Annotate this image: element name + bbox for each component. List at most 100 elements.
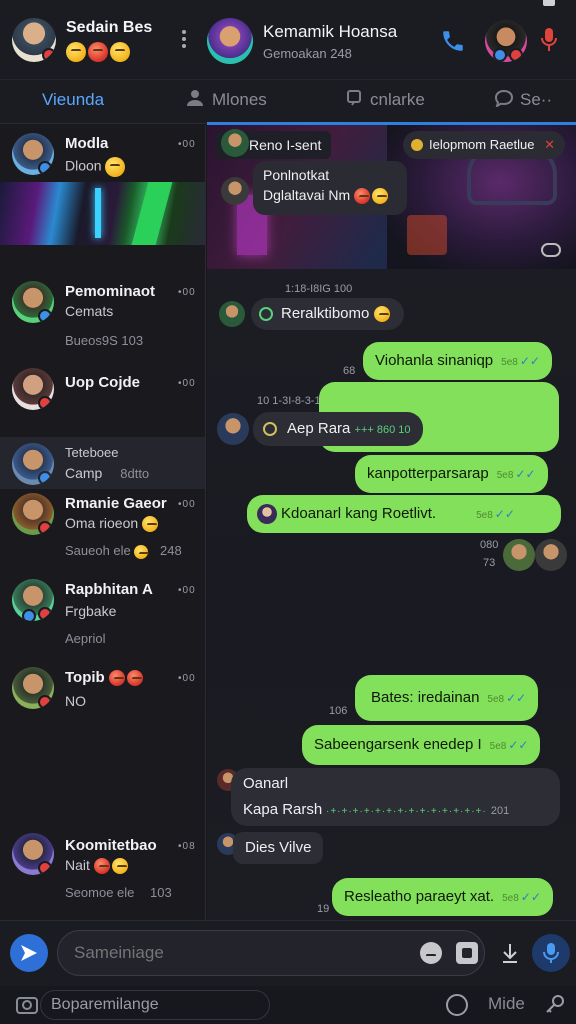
bottom-toolbar: Boparemilange Mide bbox=[0, 986, 576, 1024]
chat-list-item[interactable]: Rapbhitan A Frgbake Aepriol •00 bbox=[0, 575, 205, 660]
status-badge bbox=[509, 48, 523, 62]
emoji-icon bbox=[110, 42, 130, 62]
emoji-icon bbox=[108, 670, 125, 687]
emoji-icon bbox=[134, 544, 150, 559]
microphone-icon[interactable] bbox=[532, 934, 570, 972]
more-vert-icon[interactable] bbox=[182, 28, 188, 50]
chat-list-item[interactable]: Modla Dloon •00 bbox=[0, 125, 205, 180]
status-badge bbox=[38, 161, 52, 175]
chat-list-item[interactable]: Uop Cojde •00 bbox=[0, 360, 205, 435]
chat-list-item[interactable]: Rmanie Gaeor Oma rioeon Saueoh ele 248 •… bbox=[0, 491, 205, 571]
chat-list-item[interactable]: Topib NO •00 bbox=[0, 663, 205, 743]
my-avatar[interactable] bbox=[12, 18, 56, 62]
top-header: Sedain Bes Kemamik Hoansa Gemoakan 248 bbox=[0, 0, 576, 80]
link-icon[interactable] bbox=[541, 243, 561, 257]
read-check-icon: ✓✓ bbox=[519, 354, 540, 368]
emoji-icon bbox=[111, 858, 128, 875]
chat-list: Modla Dloon •00 Pemominaot Cemats Bueos9… bbox=[0, 125, 206, 920]
my-name: Sedain Bes bbox=[66, 19, 153, 36]
outgoing-message[interactable]: Sabeengarsenk enedep I 5e8 ✓✓ bbox=[302, 725, 541, 765]
contact-avatar[interactable] bbox=[485, 20, 527, 62]
status-badge bbox=[38, 521, 52, 535]
chat-list-item[interactable]: Koomitetbao Nait Seomoe ele 103 •08 bbox=[0, 827, 205, 907]
key-icon[interactable] bbox=[544, 994, 566, 1016]
coin-icon bbox=[411, 139, 423, 151]
sticker-icon[interactable] bbox=[446, 994, 468, 1016]
read-check-icon: ✓✓ bbox=[506, 691, 527, 705]
close-icon[interactable]: ✕ bbox=[544, 137, 555, 152]
outgoing-message[interactable]: Resleatho paraeyt xat. 5e8 ✓✓ bbox=[332, 878, 553, 916]
tab-mlones[interactable]: Mlones bbox=[186, 80, 267, 124]
outgoing-message[interactable]: Viohanla sinaniqp 5e8 ✓✓ bbox=[363, 342, 552, 380]
incoming-message[interactable]: Dies Vilve bbox=[233, 832, 324, 864]
progress-dots: ·+·+·+·+·+·+·+·+·+·+·+·+·+·+· bbox=[322, 806, 487, 817]
banner-card[interactable]: Ponlnotkat Dglaltavai Nm bbox=[253, 161, 407, 215]
avatar bbox=[217, 413, 249, 445]
emoji-icon bbox=[66, 42, 86, 62]
read-check-icon: ✓✓ bbox=[515, 467, 536, 481]
status-badge bbox=[38, 607, 52, 621]
chat-subtitle: Gemoakan 248 bbox=[263, 46, 352, 61]
avatar bbox=[12, 133, 54, 175]
tab-se[interactable]: Se·· bbox=[494, 80, 552, 124]
read-check-icon: ✓✓ bbox=[494, 507, 515, 521]
emoji-icon bbox=[126, 670, 143, 687]
status-badge bbox=[38, 396, 52, 410]
read-check-icon: ✓✓ bbox=[520, 890, 541, 904]
mode-label[interactable]: Mide bbox=[488, 994, 525, 1014]
status-badge bbox=[38, 695, 52, 709]
avatar bbox=[535, 539, 567, 571]
emoji-icon bbox=[354, 188, 371, 205]
avatar bbox=[12, 443, 54, 485]
incoming-message[interactable]: Aep Rara +++ 860 10 bbox=[253, 412, 423, 446]
read-check-icon: ✓✓ bbox=[508, 738, 529, 752]
avatar bbox=[12, 667, 54, 709]
scroll-indicator bbox=[543, 0, 555, 6]
camera-icon[interactable] bbox=[456, 942, 478, 964]
chat-avatar[interactable] bbox=[207, 18, 253, 64]
banner-image[interactable]: Reno I-sent Ielopmom Raetlue ✕ Ponlnotka… bbox=[207, 125, 576, 269]
conversation-pane: Reno I-sent Ielopmom Raetlue ✕ Ponlnotka… bbox=[207, 125, 576, 920]
tab-vieunda[interactable]: Vieunda bbox=[42, 80, 104, 124]
gaming-image-thumbnail[interactable] bbox=[0, 182, 205, 245]
chat-list-item-selected[interactable]: Teteboee Camp 8dtto bbox=[0, 437, 205, 489]
status-badge bbox=[38, 471, 52, 485]
avatar bbox=[12, 368, 54, 410]
download-icon[interactable] bbox=[498, 941, 522, 965]
avatar bbox=[219, 301, 245, 327]
emoji-icon bbox=[142, 516, 159, 533]
person-icon bbox=[187, 90, 203, 106]
message-composer bbox=[0, 920, 576, 986]
incoming-message[interactable]: Reralktibomo bbox=[251, 298, 404, 330]
status-badge bbox=[38, 309, 52, 323]
emoji-icon bbox=[373, 306, 390, 323]
my-emoji-row bbox=[66, 42, 132, 62]
compass-icon[interactable] bbox=[10, 934, 48, 972]
outgoing-message[interactable]: Bates: iredainan 5e8 ✓✓ bbox=[355, 675, 539, 721]
outgoing-message[interactable]: Kdoanarl kang Roetlivt. 5e8 ✓✓ bbox=[247, 495, 561, 533]
avatar bbox=[503, 539, 535, 571]
chat-bubble-icon bbox=[494, 89, 514, 109]
emoji-icon[interactable] bbox=[420, 942, 442, 964]
avatar bbox=[12, 493, 54, 535]
avatar bbox=[12, 281, 54, 323]
chat-list-item[interactable]: Pemominaot Cemats Bueos9S 103 •00 bbox=[0, 273, 205, 353]
emoji-icon bbox=[372, 188, 389, 205]
emoji-icon bbox=[93, 858, 110, 875]
refresh-icon bbox=[263, 422, 277, 436]
status-badge bbox=[22, 609, 36, 621]
banner-pill-right[interactable]: Ielopmom Raetlue ✕ bbox=[403, 131, 566, 159]
emoji-icon bbox=[88, 42, 108, 62]
incoming-message[interactable]: Oanarl Kapa Rarsh ·+·+·+·+·+·+·+·+·+·+·+… bbox=[231, 768, 560, 826]
status-badge bbox=[38, 861, 52, 875]
secondary-input[interactable]: Boparemilange bbox=[40, 990, 270, 1020]
tab-cnlarke[interactable]: cnlarke bbox=[346, 80, 425, 124]
status-badge bbox=[493, 48, 507, 62]
search-icon bbox=[347, 90, 361, 106]
phone-icon[interactable] bbox=[440, 28, 466, 54]
camera-icon[interactable] bbox=[16, 994, 38, 1014]
outgoing-message[interactable]: kanpotterparsarap 5e8 ✓✓ bbox=[355, 455, 548, 493]
refresh-icon bbox=[259, 307, 273, 321]
microphone-icon[interactable] bbox=[540, 26, 558, 54]
status-badge bbox=[42, 48, 56, 62]
